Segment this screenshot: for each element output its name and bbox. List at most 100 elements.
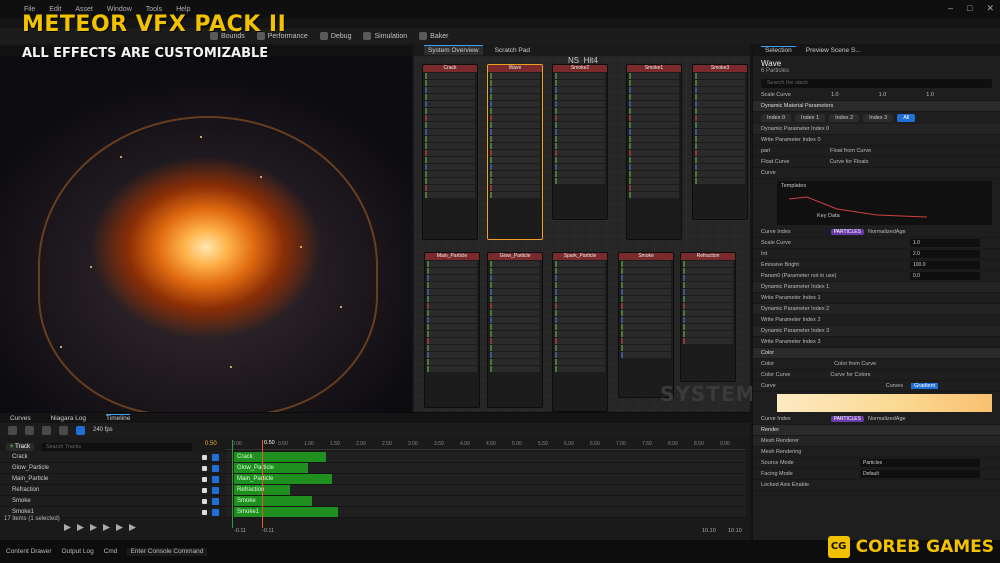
preview-viewport[interactable] bbox=[0, 46, 412, 412]
tab-gradient[interactable]: Gradient bbox=[911, 383, 939, 389]
tab-preview-scene[interactable]: Preview Scene S... bbox=[806, 47, 861, 54]
tab-curves[interactable]: Curves bbox=[886, 383, 903, 389]
loop-icon[interactable] bbox=[129, 524, 136, 531]
step-back-icon[interactable] bbox=[77, 524, 84, 531]
pill-index-1[interactable]: Index 1 bbox=[795, 114, 826, 122]
track-enabled-checkbox[interactable] bbox=[212, 454, 219, 461]
output-log-button[interactable]: Output Log bbox=[62, 548, 94, 555]
dyn-index-2-header[interactable]: Dynamic Parameter Index 2 bbox=[753, 304, 1000, 315]
color-gradient-editor[interactable] bbox=[777, 394, 992, 412]
emitter-node-spark-particle[interactable]: Spark_Particle bbox=[552, 252, 608, 412]
render-section-header[interactable]: Render bbox=[753, 425, 1000, 436]
float-curve-row[interactable]: Float Curve Curve for Floats bbox=[753, 157, 1000, 168]
simulation-button[interactable]: Simulation bbox=[363, 32, 407, 40]
param-0-row[interactable]: pari Float from Curve bbox=[753, 146, 1000, 157]
pill-index-2[interactable]: Index 2 bbox=[829, 114, 860, 122]
param-int-row[interactable]: Int 2.0 bbox=[753, 249, 1000, 260]
track-row-crack[interactable]: Crack bbox=[0, 452, 225, 463]
curve-index-row[interactable]: Curve Index PARTICLES NormalizedAge bbox=[753, 227, 1000, 238]
dynamic-params-header[interactable]: Dynamic Material Parameters bbox=[753, 101, 1000, 112]
debug-button[interactable]: Debug bbox=[319, 32, 351, 40]
emitter-node-main-particle[interactable]: Main_Particle bbox=[424, 252, 480, 408]
tab-timeline[interactable]: Timeline bbox=[106, 414, 131, 422]
param-emissive-row[interactable]: Emissive Bright 100.0 bbox=[753, 260, 1000, 271]
color-curve-index-row[interactable]: Curve Index PARTICLES NormalizedAge bbox=[753, 414, 1000, 425]
mesh-renderer-header[interactable]: Mesh Renderer bbox=[753, 436, 1000, 447]
locked-axis-row[interactable]: Locked Axis Enable bbox=[753, 480, 1000, 491]
emitter-node-refraction[interactable]: Refraction bbox=[680, 252, 736, 382]
emitter-node-glow-particle[interactable]: Glow_Particle bbox=[487, 252, 543, 408]
emitter-node-smoke2[interactable]: Smoke2 bbox=[552, 64, 608, 220]
track-bar-crack[interactable]: Crack bbox=[234, 452, 326, 462]
scale-x-value[interactable]: 1.0 bbox=[831, 92, 839, 98]
track-enabled-checkbox[interactable] bbox=[212, 476, 219, 483]
pill-index-3[interactable]: Index 3 bbox=[863, 114, 894, 122]
pill-index-0[interactable]: Index 0 bbox=[761, 114, 792, 122]
dyn-index-3-header[interactable]: Dynamic Parameter Index 3 bbox=[753, 326, 1000, 337]
snap-icon[interactable] bbox=[76, 425, 85, 435]
tab-system-overview[interactable]: System Overview bbox=[424, 45, 483, 55]
source-mode-row[interactable]: Source Mode Particles bbox=[753, 458, 1000, 469]
step-forward-icon[interactable] bbox=[103, 524, 110, 531]
scale-y-value[interactable]: 1.0 bbox=[879, 92, 887, 98]
dyn-index-1-header[interactable]: Dynamic Parameter Index 1 bbox=[753, 282, 1000, 293]
track-row-smoke[interactable]: Smoke bbox=[0, 496, 225, 507]
track-enabled-checkbox[interactable] bbox=[212, 509, 219, 516]
track-bar-smoke[interactable]: Smoke bbox=[234, 496, 312, 506]
facing-mode-row[interactable]: Facing Mode Default bbox=[753, 469, 1000, 480]
play-icon[interactable] bbox=[90, 524, 97, 531]
emitter-node-wave[interactable]: Wave bbox=[487, 64, 543, 240]
fps-selector[interactable]: 240 fps bbox=[93, 427, 113, 433]
float-curve-editor[interactable]: Templates Key Data bbox=[777, 181, 992, 225]
emitter-node-smoke[interactable]: Smoke bbox=[618, 252, 674, 398]
color-section-header[interactable]: Color bbox=[753, 348, 1000, 359]
stack-search-input[interactable]: Search the stack bbox=[761, 79, 992, 88]
write-index-0-row[interactable]: Write Parameter Index 0 bbox=[753, 135, 1000, 146]
track-bar-glow-particle[interactable]: Glow_Particle bbox=[234, 463, 308, 473]
console-input[interactable]: Enter Console Command bbox=[127, 547, 208, 556]
playhead[interactable] bbox=[262, 440, 263, 528]
key-icon[interactable] bbox=[59, 425, 68, 435]
track-row-glow-particle[interactable]: Glow_Particle bbox=[0, 463, 225, 474]
filter-icon[interactable] bbox=[42, 425, 51, 435]
maximize-icon[interactable]: □ bbox=[967, 3, 972, 14]
search-tracks-input[interactable]: Search Tracks bbox=[41, 443, 192, 451]
color-row[interactable]: Color Color from Curve bbox=[753, 359, 1000, 370]
track-bar-main-particle[interactable]: Main_Particle bbox=[234, 474, 332, 484]
write-index-1-row[interactable]: Write Parameter Index 1 bbox=[753, 293, 1000, 304]
tab-niagara-log[interactable]: Niagara Log bbox=[51, 415, 86, 422]
eye-icon[interactable] bbox=[25, 425, 34, 435]
track-row-main-particle[interactable]: Main_Particle bbox=[0, 474, 225, 485]
scale-curve-value-row[interactable]: Scale Curve 1.0 bbox=[753, 238, 1000, 249]
color-curve-row[interactable]: Color Curve Curve for Colors bbox=[753, 370, 1000, 381]
dyn-index-0-header[interactable]: Dynamic Parameter Index 0 bbox=[753, 124, 1000, 135]
track-row-refraction[interactable]: Refraction bbox=[0, 485, 225, 496]
track-enabled-checkbox[interactable] bbox=[212, 487, 219, 494]
emitter-node-crack[interactable]: Crack bbox=[422, 64, 478, 240]
emitter-node-smoke1[interactable]: Smoke1 bbox=[626, 64, 682, 240]
write-index-3-row[interactable]: Write Parameter Index 3 bbox=[753, 337, 1000, 348]
track-enabled-checkbox[interactable] bbox=[212, 498, 219, 505]
close-icon[interactable]: ✕ bbox=[986, 3, 994, 14]
range-start-marker[interactable] bbox=[232, 440, 233, 528]
system-graph[interactable]: System Overview Scratch Pad NS_Hit4 Crac… bbox=[414, 44, 756, 412]
cmd-selector[interactable]: Cmd bbox=[104, 548, 118, 555]
jump-start-icon[interactable] bbox=[64, 524, 71, 531]
tab-selection[interactable]: Selection bbox=[761, 46, 796, 54]
curve-row[interactable]: Curve bbox=[753, 168, 1000, 179]
jump-end-icon[interactable] bbox=[116, 524, 123, 531]
minimize-icon[interactable]: – bbox=[948, 3, 953, 14]
content-drawer-button[interactable]: Content Drawer bbox=[6, 548, 52, 555]
track-enabled-checkbox[interactable] bbox=[212, 465, 219, 472]
pill-all[interactable]: All bbox=[897, 114, 916, 122]
emitter-node-smoke3[interactable]: Smoke3 bbox=[692, 64, 748, 220]
tab-curves[interactable]: Curves bbox=[10, 415, 31, 422]
scale-z-value[interactable]: 1.0 bbox=[926, 92, 934, 98]
param0-unused-row[interactable]: Param0 (Parameter not in use) 0.0 bbox=[753, 271, 1000, 282]
tab-scratch-pad[interactable]: Scratch Pad bbox=[491, 46, 534, 55]
add-track-button[interactable]: + Track bbox=[6, 443, 34, 451]
time-ruler[interactable]: 0.00 0.50 1.00 1.50 2.00 2.50 3.00 3.50 … bbox=[226, 440, 746, 450]
baker-button[interactable]: Baker bbox=[419, 32, 448, 40]
track-bar-smoke1[interactable]: Smoke1 bbox=[234, 507, 338, 517]
mesh-rendering-row[interactable]: Mesh Rendering bbox=[753, 447, 1000, 458]
